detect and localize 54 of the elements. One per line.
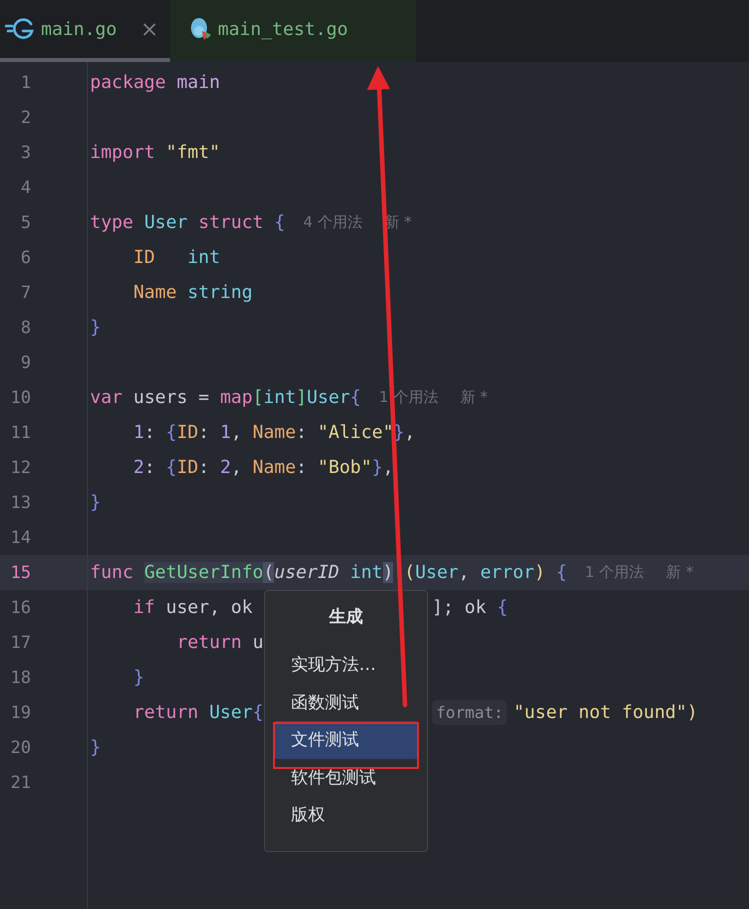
code-text: 1: {ID: 1, Name: "Alice"}, (132, 422, 416, 443)
line-number: 15 (10, 562, 32, 582)
menu-title: 生成 (328, 606, 364, 628)
code-text: } (90, 492, 101, 513)
close-icon[interactable] (142, 22, 156, 36)
code-text: ]; ok { (432, 597, 508, 618)
code-text: return u (176, 632, 264, 653)
code-text: Name string (132, 282, 253, 303)
code-text: } (90, 737, 101, 758)
line-number: 16 (10, 598, 32, 618)
line-number: 20 (10, 738, 32, 758)
line-number: 10 (10, 388, 32, 408)
line-number: 19 (10, 702, 32, 722)
code-text: 2: {ID: 2, Name: "Bob"}, (132, 457, 394, 478)
menu-item[interactable]: 函数测试 (273, 684, 419, 721)
inline-hint: 新 * (460, 388, 488, 407)
menu-item[interactable]: 版权 (273, 796, 419, 834)
creature-icon (190, 17, 212, 41)
code-text: type User struct { (90, 212, 286, 233)
line-number: 1 (20, 72, 32, 92)
menu-item[interactable]: 实现方法… (273, 646, 419, 684)
line-number: 13 (10, 492, 32, 512)
line-number: 11 (10, 422, 32, 442)
code-text: "user not found") (513, 702, 698, 723)
code-text: package main (90, 72, 220, 93)
file-type-icon (5, 18, 35, 40)
line-number: 7 (20, 282, 32, 302)
code-text: } (90, 317, 101, 338)
line-number: 12 (10, 458, 32, 478)
inline-hint: 4 个用法 (303, 213, 362, 232)
code-text: } (132, 667, 144, 688)
code-text: ID int (132, 247, 220, 268)
line-number: 5 (20, 212, 32, 232)
line-number: 4 (20, 178, 32, 198)
menu-item[interactable]: 文件测试 (273, 721, 419, 758)
code-text: if user, ok (132, 597, 253, 618)
file-tab[interactable]: main_test.go (170, 0, 416, 62)
line-number: 14 (10, 528, 32, 548)
code-text: return User{ (132, 702, 264, 723)
menu-item[interactable]: 软件包测试 (273, 758, 419, 796)
line-number: 17 (10, 632, 32, 652)
line-number: 2 (20, 108, 32, 128)
inline-hint: 新 * (666, 563, 694, 582)
code-text: import "fmt" (90, 142, 220, 163)
inline-hint: 1 个用法 (584, 563, 644, 582)
code-text: var users = map[int]User{ (90, 387, 361, 408)
parameter-hint: format: (432, 700, 508, 725)
line-number: 18 (10, 668, 32, 688)
line-number: 8 (20, 318, 32, 338)
line-number: 21 (10, 772, 32, 792)
code-text: func GetUserInfo(userID int) (User, error) { (90, 562, 567, 583)
line-number: 3 (20, 142, 32, 162)
line-number: 6 (20, 248, 32, 268)
line-number: 9 (20, 352, 32, 372)
